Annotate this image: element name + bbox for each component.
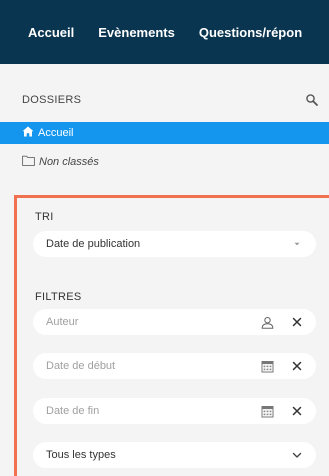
start-date-placeholder: Date de début (46, 360, 116, 372)
folder-item-label: Accueil (38, 127, 74, 139)
author-field[interactable]: Auteur (33, 309, 316, 335)
sort-select-value: Date de publication (46, 238, 141, 250)
top-navigation: Accueil Evènements Questions/répon (0, 0, 329, 64)
folder-item-label: Non classés (39, 156, 99, 168)
search-icon[interactable] (305, 93, 319, 107)
filtres-label: FILTRES (35, 291, 82, 303)
folder-item-non-classes[interactable]: Non classés (0, 151, 329, 173)
user-icon[interactable] (260, 315, 274, 329)
nav-item-questions[interactable]: Questions/répon (199, 25, 302, 40)
clear-end-date-icon[interactable] (290, 404, 304, 418)
nav-item-accueil[interactable]: Accueil (28, 25, 74, 40)
chevron-down-icon (290, 448, 304, 462)
folder-item-accueil[interactable]: Accueil (0, 122, 329, 144)
type-select[interactable]: Tous les types (33, 442, 316, 468)
filter-panel: TRI Date de publication FILTRES Auteur D… (14, 195, 329, 476)
end-date-field[interactable]: Date de fin (33, 398, 316, 424)
clear-author-icon[interactable] (290, 315, 304, 329)
calendar-icon[interactable] (260, 359, 274, 373)
dossiers-header: DOSSIERS (0, 88, 329, 112)
tri-label: TRI (35, 211, 54, 223)
type-select-value: Tous les types (46, 449, 116, 461)
clear-start-date-icon[interactable] (290, 359, 304, 373)
nav-item-evenements[interactable]: Evènements (98, 25, 175, 40)
dossiers-title: DOSSIERS (22, 94, 82, 106)
sidebar: DOSSIERS Accueil Non classés TRI Date de… (0, 64, 329, 476)
sort-select[interactable]: Date de publication (33, 231, 316, 257)
folder-icon (22, 155, 39, 169)
calendar-icon[interactable] (260, 404, 274, 418)
home-icon (22, 126, 38, 140)
author-field-placeholder: Auteur (46, 316, 79, 328)
end-date-placeholder: Date de fin (46, 405, 100, 417)
caret-down-icon (290, 237, 304, 251)
start-date-field[interactable]: Date de début (33, 353, 316, 379)
